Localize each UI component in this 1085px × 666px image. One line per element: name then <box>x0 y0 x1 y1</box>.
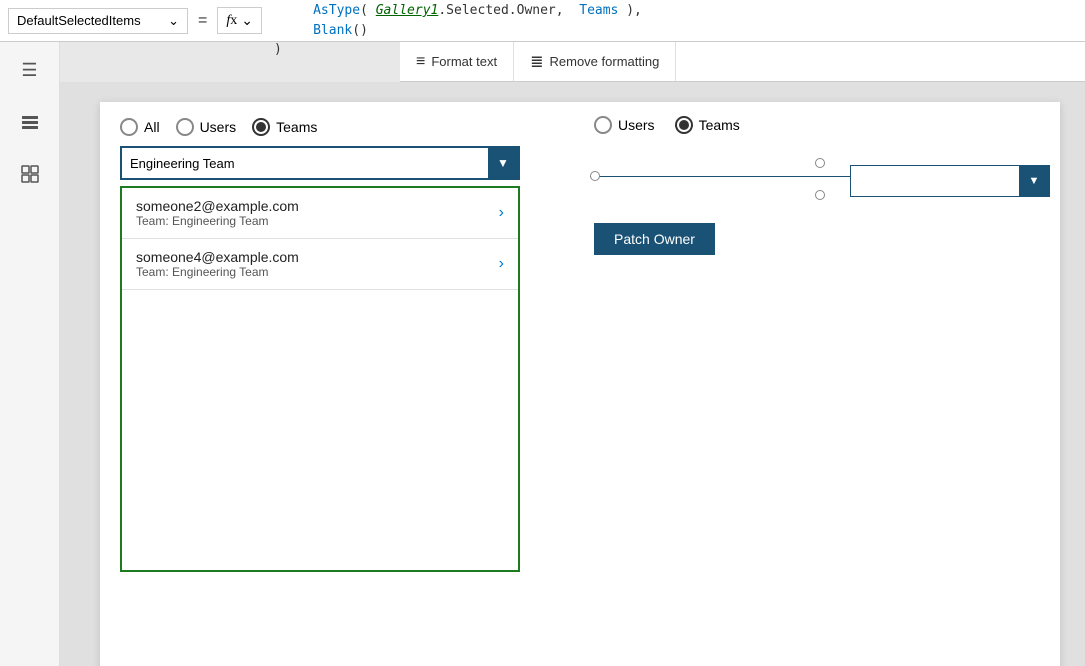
fx-label: fx <box>226 13 237 29</box>
right-radio-teams[interactable]: Teams <box>675 116 740 134</box>
sidebar-layers-icon[interactable] <box>14 106 46 138</box>
formula-code-block[interactable]: If( IsType( Gallery1.Selected.Owner, Tea… <box>268 0 1077 62</box>
right-radio-users-label: Users <box>618 117 655 133</box>
radio-users-circle[interactable] <box>176 118 194 136</box>
gallery-item-0-team: Team: Engineering Team <box>136 214 299 228</box>
formula-bar: DefaultSelectedItems ⌄ = fx ⌄ If( IsType… <box>0 0 1085 42</box>
right-radio-group: Users Teams <box>590 116 1050 134</box>
gallery-item-0-email: someone2@example.com <box>136 198 299 214</box>
gallery-item-1[interactable]: someone4@example.com Team: Engineering T… <box>122 239 518 290</box>
gallery-list: someone2@example.com Team: Engineering T… <box>120 186 520 572</box>
chevron-down-icon: ⌄ <box>168 13 179 29</box>
radio-all-label: All <box>144 119 160 135</box>
sidebar-grid-icon[interactable] <box>14 158 46 190</box>
team-dropdown-container: Engineering Team ▼ <box>120 146 560 180</box>
team-dropdown[interactable]: Engineering Team ▼ <box>120 146 520 180</box>
radio-teams-label: Teams <box>276 119 317 135</box>
main-canvas: All Users Teams Engineering Team ▼ <box>60 82 1085 666</box>
connector-bottom-handle[interactable] <box>815 190 825 200</box>
left-sidebar: ☰ <box>0 42 60 666</box>
property-select[interactable]: DefaultSelectedItems ⌄ <box>8 8 188 34</box>
radio-all-circle[interactable] <box>120 118 138 136</box>
gallery-item-1-email: someone4@example.com <box>136 249 299 265</box>
gallery-item-1-text: someone4@example.com Team: Engineering T… <box>136 249 299 279</box>
gallery-empty-area <box>122 290 518 570</box>
fx-chevron: ⌄ <box>241 12 253 29</box>
radio-users[interactable]: Users <box>176 118 237 136</box>
team-dropdown-value: Engineering Team <box>130 156 235 171</box>
property-select-label: DefaultSelectedItems <box>17 13 141 28</box>
sidebar-menu-icon[interactable]: ☰ <box>14 54 46 86</box>
radio-users-label: Users <box>200 119 237 135</box>
right-radio-teams-label: Teams <box>699 117 740 133</box>
connector-area: ▼ <box>590 148 1050 203</box>
gallery-item-1-team: Team: Engineering Team <box>136 265 299 279</box>
radio-all[interactable]: All <box>120 118 160 136</box>
app-canvas: All Users Teams Engineering Team ▼ <box>100 102 1060 666</box>
patch-owner-button[interactable]: Patch Owner <box>594 223 715 255</box>
connector-left-handle[interactable] <box>590 171 600 181</box>
patch-owner-container: Patch Owner <box>590 219 1050 255</box>
radio-teams-circle[interactable] <box>252 118 270 136</box>
connector-top-handle[interactable] <box>815 158 825 168</box>
right-radio-teams-circle[interactable] <box>675 116 693 134</box>
gallery-item-0[interactable]: someone2@example.com Team: Engineering T… <box>122 188 518 239</box>
equals-sign: = <box>194 12 211 30</box>
gallery-item-0-chevron[interactable]: › <box>499 204 504 222</box>
radio-teams[interactable]: Teams <box>252 118 317 136</box>
right-dropdown[interactable]: ▼ <box>850 165 1050 197</box>
fx-button[interactable]: fx ⌄ <box>217 7 262 34</box>
left-radio-group: All Users Teams <box>100 102 580 146</box>
right-radio-users-circle[interactable] <box>594 116 612 134</box>
gallery-item-0-text: someone2@example.com Team: Engineering T… <box>136 198 299 228</box>
gallery-item-1-chevron[interactable]: › <box>499 255 504 273</box>
right-radio-users[interactable]: Users <box>594 116 655 134</box>
right-panel: Users Teams <box>590 116 1050 255</box>
right-dropdown-arrow[interactable]: ▼ <box>1019 165 1049 197</box>
dropdown-arrow-icon[interactable]: ▼ <box>488 146 518 180</box>
